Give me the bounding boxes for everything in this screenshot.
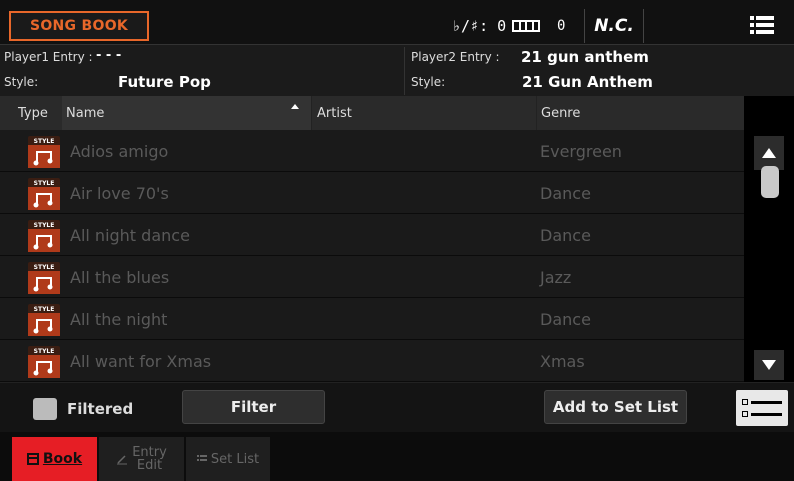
scrollbar-thumb[interactable] — [761, 166, 779, 198]
style-type-icon: STYLE — [28, 346, 60, 378]
filtered-label: Filtered — [67, 400, 134, 418]
list-icon — [196, 455, 207, 461]
style-type-icon: STYLE — [28, 304, 60, 336]
tab-set-list[interactable]: Set List — [186, 437, 270, 481]
table-row[interactable]: STYLE All night dance Dance — [0, 214, 744, 256]
tab-book[interactable]: Book — [12, 437, 97, 481]
player2-entry-value: 21 gun anthem — [521, 48, 649, 66]
tab-set-list-label: Set List — [210, 451, 260, 467]
tab-entry-edit[interactable]: Entry Edit — [99, 437, 184, 481]
book-icon — [26, 453, 39, 465]
scroll-up-button[interactable] — [754, 136, 784, 170]
column-header-name-label: Name — [66, 105, 105, 121]
top-bar: SONG BOOK ♭/♯: 0 0 N.C. — [0, 0, 794, 44]
style-type-icon: STYLE — [28, 136, 60, 168]
player2-style-value: 21 Gun Anthem — [522, 73, 653, 91]
arrow-up-icon — [762, 148, 776, 158]
column-header-genre[interactable]: Genre — [537, 96, 744, 130]
column-header-artist[interactable]: Artist — [313, 96, 537, 130]
row-name: Air love 70's — [70, 183, 169, 203]
song-book-title-button[interactable]: SONG BOOK — [9, 11, 149, 41]
table-header: Type Name Artist Genre — [0, 96, 744, 130]
column-header-name[interactable]: Name — [62, 96, 312, 130]
style-icon-label: STYLE — [34, 222, 55, 229]
style-type-icon: STYLE — [28, 220, 60, 252]
column-header-type[interactable]: Type — [14, 96, 62, 130]
tab-entry-edit-label: Entry Edit — [132, 446, 167, 472]
arrow-down-icon — [762, 360, 776, 370]
table-row[interactable]: STYLE Adios amigo Evergreen — [0, 130, 744, 172]
checklist-view-button[interactable] — [736, 390, 788, 426]
add-to-set-list-button[interactable]: Add to Set List — [544, 390, 687, 424]
scroll-down-button[interactable] — [754, 350, 784, 380]
style-icon-label: STYLE — [34, 306, 55, 313]
row-genre: Dance — [540, 309, 591, 329]
row-genre: Dance — [540, 183, 591, 203]
tab-entry-edit-line2: Edit — [136, 458, 163, 473]
song-list: STYLE Adios amigo Evergreen STYLE Air lo… — [0, 130, 744, 382]
player2-style-label: Style: — [411, 75, 446, 89]
tab-book-label: Book — [42, 451, 83, 467]
style-icon-label: STYLE — [34, 180, 55, 187]
row-name: Adios amigo — [70, 141, 169, 161]
keyboard-value: 0 — [557, 18, 566, 34]
row-genre: Dance — [540, 225, 591, 245]
transpose-readout: ♭/♯: 0 — [452, 17, 507, 35]
checklist-icon — [742, 399, 782, 405]
row-name: All night dance — [70, 225, 190, 245]
style-icon-label: STYLE — [34, 348, 55, 355]
table-row[interactable]: STYLE All the blues Jazz — [0, 256, 744, 298]
player1-style-label: Style: — [4, 75, 39, 89]
row-name: All want for Xmas — [70, 351, 212, 371]
row-genre: Evergreen — [540, 141, 622, 161]
player2-entry-label: Player2 Entry : — [411, 50, 500, 64]
player1-entry-label: Player1 Entry : — [4, 50, 93, 64]
table-row[interactable]: STYLE All want for Xmas Xmas — [0, 340, 744, 382]
table-row[interactable]: STYLE All the night Dance — [0, 298, 744, 340]
style-icon-label: STYLE — [34, 264, 55, 271]
sort-ascending-icon — [291, 104, 299, 109]
page-menu-icon[interactable] — [750, 16, 774, 34]
filtered-checkbox[interactable] — [33, 398, 57, 420]
style-icon-label: STYLE — [34, 138, 55, 145]
filter-button[interactable]: Filter — [182, 390, 325, 424]
keyboard-icon — [512, 11, 540, 41]
row-name: All the blues — [70, 267, 170, 287]
entry-info-panel: Player1 Entry : - - - Style: Future Pop … — [0, 44, 794, 96]
player1-entry-value: - - - — [96, 48, 122, 63]
player1-style-value: Future Pop — [118, 73, 211, 91]
style-type-icon: STYLE — [28, 262, 60, 294]
chord-readout: N.C. — [584, 9, 644, 43]
style-type-icon: STYLE — [28, 178, 60, 210]
pencil-icon — [117, 455, 128, 465]
table-row[interactable]: STYLE Air love 70's Dance — [0, 172, 744, 214]
row-genre: Xmas — [540, 351, 585, 371]
row-name: All the night — [70, 309, 168, 329]
row-genre: Jazz — [540, 267, 572, 287]
